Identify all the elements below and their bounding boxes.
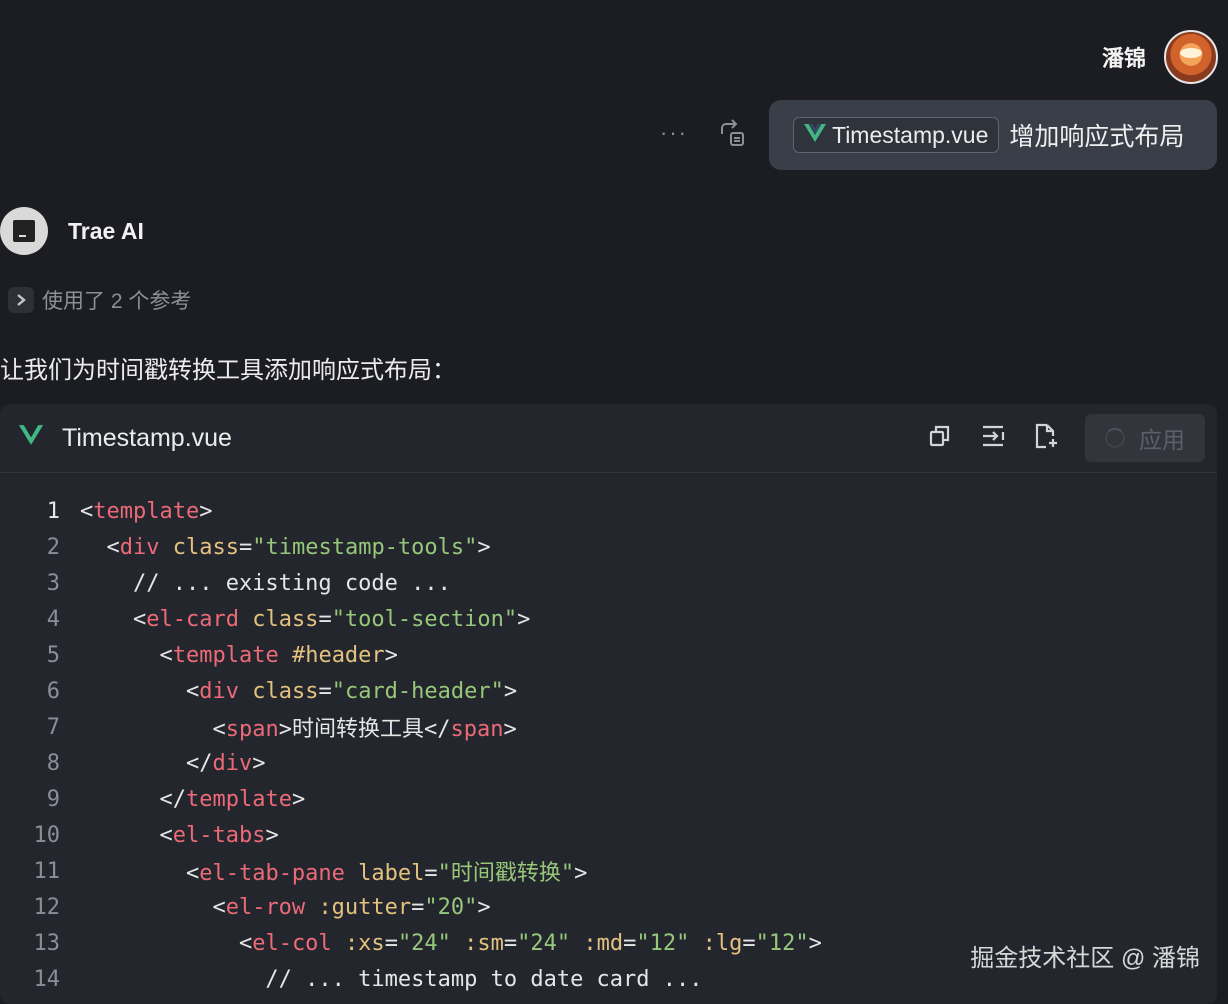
code-line: 8 </div> xyxy=(0,745,1217,781)
code-text: <el-tabs> xyxy=(159,822,279,848)
code-filename: Timestamp.vue xyxy=(62,423,232,452)
message-text: 增加响应式布局 xyxy=(1009,123,1185,151)
apply-button[interactable]: 应用 xyxy=(1085,414,1205,462)
line-number: 2 xyxy=(46,534,60,560)
code-text: <template #header> xyxy=(159,642,398,668)
code-line: 11 <el-tab-pane label="时间戳转换"> xyxy=(0,853,1217,889)
code-text: // ... existing code ... xyxy=(80,570,451,596)
code-line: 1 <template> xyxy=(0,493,1217,529)
user-header: 潘锦 xyxy=(1102,30,1218,84)
copy-icon[interactable] xyxy=(927,423,953,454)
code-line: 10 <el-tabs> xyxy=(0,817,1217,853)
code-text: // ... timestamp to date card ... xyxy=(80,966,703,992)
line-number: 7 xyxy=(46,714,60,740)
code-line: 6 <div class="card-header"> xyxy=(0,673,1217,709)
assistant-name: Trae AI xyxy=(68,217,144,244)
code-text: <el-col :xs="24" :sm="24" :md="12" :lg="… xyxy=(238,930,822,956)
new-file-icon[interactable] xyxy=(1033,422,1059,455)
code-text: <div class="card-header"> xyxy=(185,678,518,704)
code-line: 5 <template #header> xyxy=(0,637,1217,673)
loading-spinner-icon xyxy=(1105,428,1125,448)
user-avatar[interactable] xyxy=(1164,30,1218,84)
line-number: 14 xyxy=(33,966,61,992)
line-number: 6 xyxy=(46,678,60,704)
message-actions: ··· xyxy=(660,118,746,148)
file-reference-chip[interactable]: Timestamp.vue xyxy=(793,117,1000,153)
code-block: Timestamp.vue 应用 1 <template> 2 <div class… xyxy=(0,404,1217,1004)
code-text: <el-row :gutter="20"> xyxy=(212,894,491,920)
code-text: <template> xyxy=(80,498,213,524)
code-line: 12 <el-row :gutter="20"> xyxy=(0,889,1217,925)
code-text: <el-tab-pane label="时间戳转换"> xyxy=(185,861,588,886)
more-options-button[interactable]: ··· xyxy=(660,120,688,146)
line-number: 3 xyxy=(46,570,60,596)
user-message-bubble: Timestamp.vue 增加响应式布局 xyxy=(769,100,1217,170)
line-number: 8 xyxy=(46,750,60,776)
code-block-title: Timestamp.vue xyxy=(18,424,232,453)
line-number: 10 xyxy=(33,822,61,848)
code-text: </template> xyxy=(159,786,306,812)
line-number: 9 xyxy=(46,786,60,812)
code-toolbar: 应用 xyxy=(927,414,1205,462)
insert-icon[interactable] xyxy=(979,423,1007,454)
code-content[interactable]: 1 <template> 2 <div class="timestamp-tools… xyxy=(0,473,1217,997)
trae-logo-icon xyxy=(0,207,48,255)
code-line: 2 <div class="timestamp-tools"> xyxy=(0,529,1217,565)
code-text: <span>时间转换工具</span> xyxy=(212,717,517,742)
code-line: 4 <el-card class="tool-section"> xyxy=(0,601,1217,637)
assistant-header: Trae AI xyxy=(0,207,144,255)
line-number: 4 xyxy=(46,606,60,632)
code-line: 9 </template> xyxy=(0,781,1217,817)
user-name: 潘锦 xyxy=(1101,46,1146,71)
code-block-header: Timestamp.vue 应用 xyxy=(0,404,1217,473)
line-number: 12 xyxy=(33,894,61,920)
references-label: 使用了 2 个参考 xyxy=(42,290,192,313)
code-text: </div> xyxy=(185,750,266,776)
resend-icon[interactable] xyxy=(716,118,746,148)
references-toggle[interactable]: 使用了 2 个参考 xyxy=(8,285,191,315)
code-text: <el-card class="tool-section"> xyxy=(132,606,531,632)
vue-icon xyxy=(18,424,44,453)
line-number: 13 xyxy=(33,930,61,956)
line-number: 11 xyxy=(33,858,61,884)
code-line: 3 // ... existing code ... xyxy=(0,565,1217,601)
apply-label: 应用 xyxy=(1139,427,1185,453)
code-line: 7 <span>时间转换工具</span> xyxy=(0,709,1217,745)
file-chip-label: Timestamp.vue xyxy=(832,121,989,148)
vue-icon xyxy=(804,123,826,148)
assistant-intro-text: 让我们为时间戳转换工具添加响应式布局： xyxy=(0,357,456,384)
chevron-right-icon xyxy=(8,287,34,313)
watermark: 掘金技术社区 @ 潘锦 xyxy=(970,945,1200,972)
line-number: 1 xyxy=(46,498,60,524)
code-text: <div class="timestamp-tools"> xyxy=(106,534,491,560)
line-number: 5 xyxy=(46,642,60,668)
